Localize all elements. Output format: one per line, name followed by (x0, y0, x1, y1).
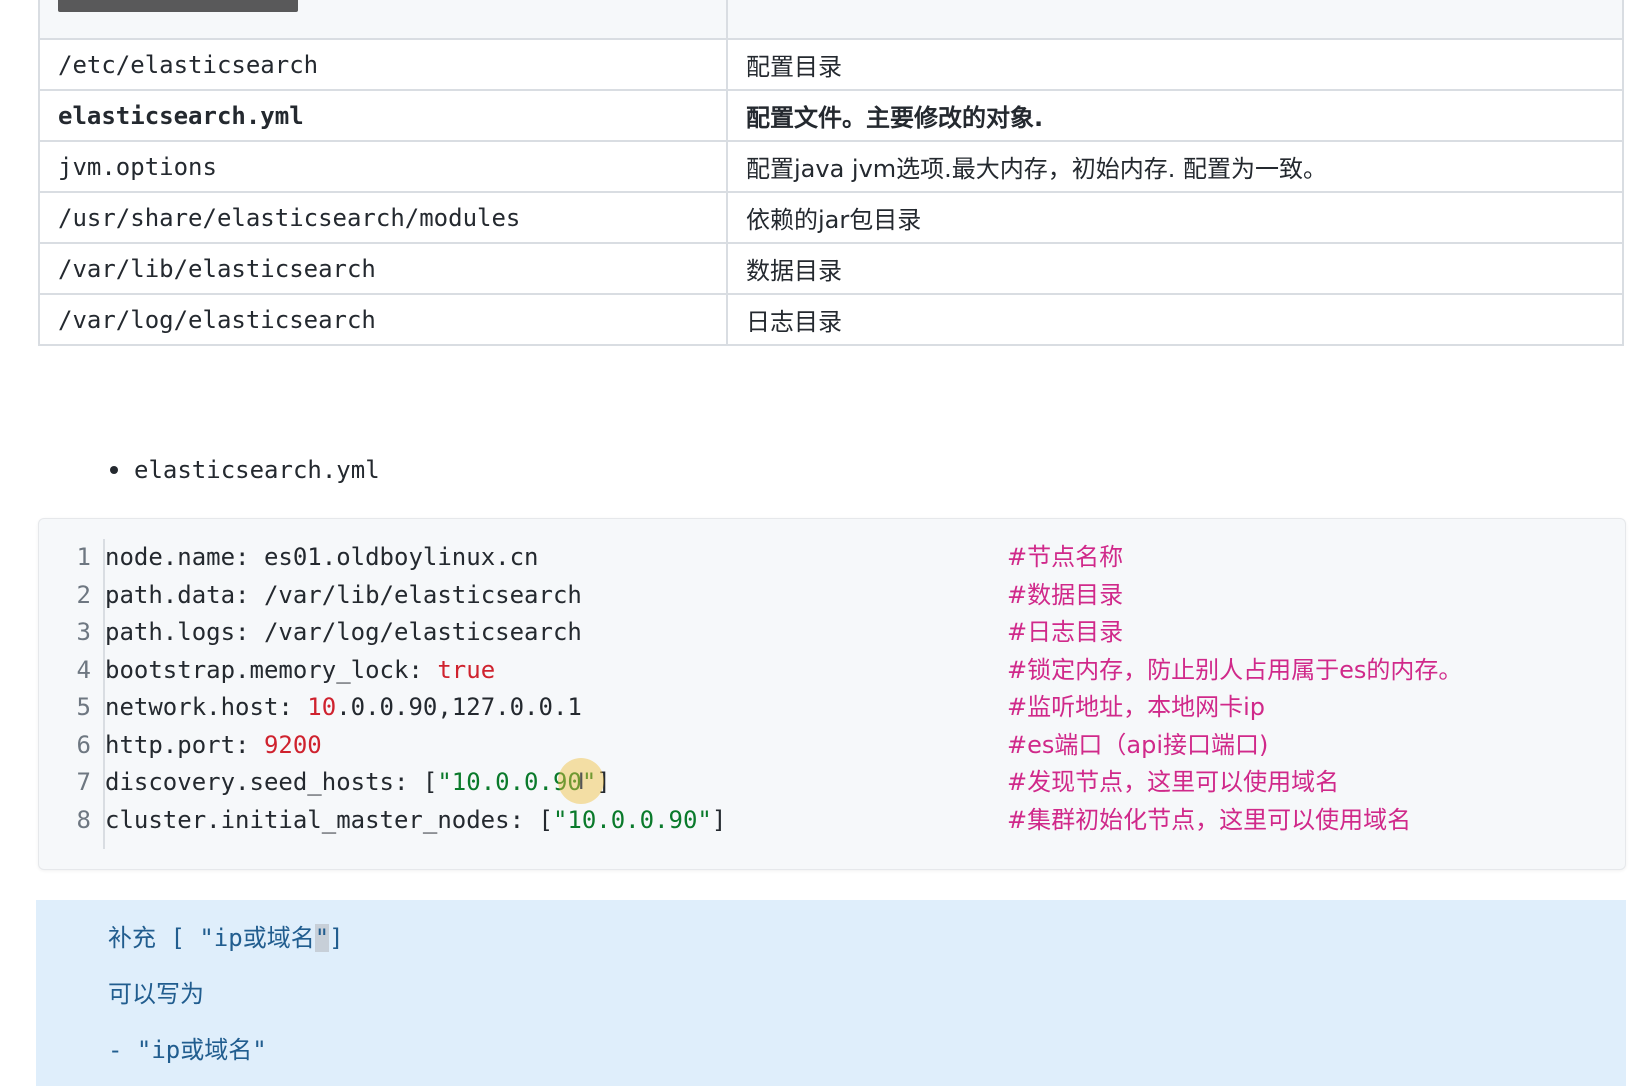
config-key: network.host: (105, 693, 308, 721)
table-row: /var/log/elasticsearch 日志目录 (38, 293, 1624, 346)
file-table-body: /etc/elasticsearch 配置目录 elasticsearch.yml 配… (38, 38, 1624, 346)
bracket-open: [ (538, 805, 553, 834)
note-line-1-selection: " (314, 924, 330, 952)
note-callout: 补充 [ "ip或域名"] 可以写为 - "ip或域名" (36, 900, 1626, 1086)
config-key: bootstrap.memory_lock: (105, 655, 438, 684)
line-number: 4 (76, 655, 91, 684)
table-row: /usr/share/elasticsearch/modules 依赖的jar包目… (38, 191, 1624, 244)
code-line: 6 http.port: 9200 #es端口（api接口端口) (39, 725, 1625, 765)
note-line-1-end: ] (329, 924, 344, 952)
note-line-1: 补充 [ "ip或域名"] (108, 918, 344, 953)
bullet-dot-icon (110, 466, 118, 474)
code-comment: #日志目录 (1007, 618, 1124, 646)
table-row: jvm.options 配置java jvm选项.最大内存，初始内存. 配置为一致… (38, 140, 1624, 193)
path-cell: /etc/elasticsearch (38, 38, 728, 91)
config-value: es01.oldboylinux.cn (263, 543, 539, 571)
code-line: 1 node.name: es01.oldboylinux.cn #节点名称 (39, 537, 1625, 577)
code-source: http.port: 9200 (105, 725, 322, 765)
line-number: 1 (76, 543, 91, 571)
text-cursor-icon: I (578, 770, 585, 795)
path-cell: /usr/share/elasticsearch/modules (38, 191, 728, 244)
config-value: 9200 (263, 730, 322, 759)
description-cell: 日志目录 (726, 293, 1624, 346)
description-cell: 配置java jvm选项.最大内存，初始内存. 配置为一致。 (726, 140, 1624, 193)
config-value-number: 10 (307, 693, 337, 721)
note-line-3: - "ip或域名" (108, 1036, 267, 1064)
config-key: discovery.seed_hosts: (105, 768, 423, 796)
description-cell: 配置目录 (726, 38, 1624, 91)
code-line: 2 path.data: /var/lib/elasticsearch #数据目录 (39, 575, 1625, 615)
bracket-close: ] (711, 805, 727, 834)
config-value-string: "10.0.0.90" (552, 805, 712, 834)
path-cell: elasticsearch.yml (38, 89, 728, 142)
code-source: network.host: 10.0.0.90,127.0.0.1 (105, 687, 582, 727)
config-key: node.name: (105, 543, 264, 571)
file-table: /etc/elasticsearch 配置目录 elasticsearch.yml 配… (38, 0, 1624, 346)
path-cell: /var/log/elasticsearch (38, 293, 728, 346)
code-source: bootstrap.memory_lock: true (105, 650, 495, 690)
config-key: cluster.initial_master_nodes: (105, 805, 539, 834)
code-source: cluster.initial_master_nodes: ["10.0.0.9… (105, 800, 726, 840)
config-key: http.port: (105, 730, 264, 759)
code-line: 5 network.host: 10.0.0.90,127.0.0.1 #监听地址，… (39, 687, 1625, 727)
code-source: path.logs: /var/log/elasticsearch (105, 612, 582, 652)
code-comment: #es端口（api接口端口) (1007, 730, 1269, 759)
description-cell: 数据目录 (726, 242, 1624, 295)
table-header-cut-text (58, 0, 298, 12)
line-number: 6 (76, 730, 91, 759)
code-block[interactable]: 1 node.name: es01.oldboylinux.cn #节点名称 2 pat… (38, 518, 1626, 870)
code-comment: #集群初始化节点，这里可以使用域名 (1007, 805, 1412, 834)
table-row: elasticsearch.yml 配置文件。主要修改的对象. (38, 89, 1624, 142)
code-comment: #锁定内存，防止别人占用属于es的内存。 (1007, 655, 1463, 684)
path-cell: jvm.options (38, 140, 728, 193)
bullet-text: elasticsearch.yml (134, 456, 380, 484)
code-source: discovery.seed_hosts: ["10.0.0.90"] (105, 762, 611, 802)
code-comment: #监听地址，本地网卡ip (1007, 693, 1266, 721)
table-row: /etc/elasticsearch 配置目录 (38, 38, 1624, 91)
config-key: path.data: (105, 580, 264, 609)
line-number: 7 (76, 768, 91, 796)
path-cell: /var/lib/elasticsearch (38, 242, 728, 295)
description-cell: 配置文件。主要修改的对象. (726, 89, 1624, 142)
description-cell: 依赖的jar包目录 (726, 191, 1624, 244)
code-line: 7 discovery.seed_hosts: ["10.0.0.90"] #发现节… (39, 762, 1625, 802)
line-number: 8 (76, 805, 91, 834)
code-line: 8 cluster.initial_master_nodes: ["10.0.0.… (39, 800, 1625, 840)
code-line: 4 bootstrap.memory_lock: true #锁定内存，防止别人占用… (39, 650, 1625, 690)
bracket-open: [ (422, 768, 438, 796)
code-comment: #发现节点，这里可以使用域名 (1007, 768, 1340, 796)
table-header-divider (726, 0, 728, 38)
table-header-cut (38, 0, 1624, 38)
config-key: path.logs: (105, 618, 264, 646)
code-source: node.name: es01.oldboylinux.cn (105, 537, 539, 577)
code-comment: #节点名称 (1007, 543, 1124, 571)
note-line-2: 可以写为 (108, 980, 204, 1008)
config-value: /var/log/elasticsearch (263, 618, 582, 646)
code-comment: #数据目录 (1007, 580, 1124, 609)
note-line-1-text: 补充 [ "ip或域名 (108, 924, 315, 952)
line-number: 3 (76, 618, 91, 646)
bullet-item: elasticsearch.yml (110, 456, 380, 484)
config-value: .0.0.90,127.0.0.1 (336, 693, 582, 721)
table-row: /var/lib/elasticsearch 数据目录 (38, 242, 1624, 295)
line-number: 2 (76, 580, 91, 609)
line-number: 5 (76, 693, 91, 721)
config-value: true (437, 655, 496, 684)
code-line: 3 path.logs: /var/log/elasticsearch #日志目录 (39, 612, 1625, 652)
code-source: path.data: /var/lib/elasticsearch (105, 575, 582, 615)
config-value: /var/lib/elasticsearch (263, 580, 582, 609)
